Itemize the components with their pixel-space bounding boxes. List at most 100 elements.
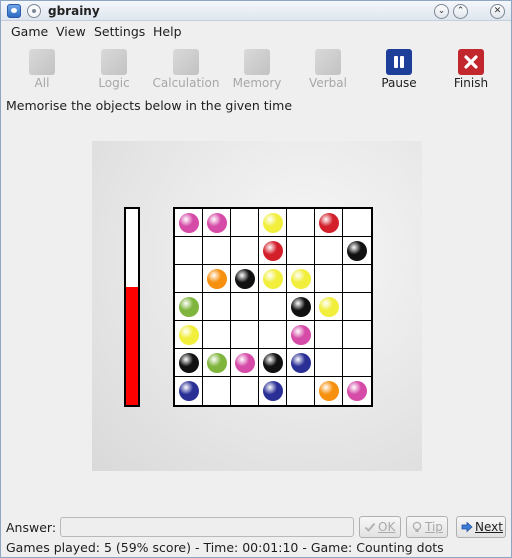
colored-dot [234, 352, 255, 373]
minimize-icon[interactable]: ⌄ [434, 4, 449, 19]
toolbar-label: All [34, 76, 50, 90]
grid-cell [259, 293, 287, 321]
grid-cell [287, 349, 315, 377]
grid-cell [315, 237, 343, 265]
toolbar-logic-button[interactable]: Logic [85, 45, 143, 91]
grid-cell [203, 237, 231, 265]
app-menu-icon[interactable] [7, 4, 21, 18]
menu-bar: Game View Settings Help [1, 22, 511, 42]
colored-dot [290, 352, 311, 373]
grid-cell [315, 349, 343, 377]
all-icon [29, 49, 55, 75]
grid-cell [203, 293, 231, 321]
grid-cell [231, 265, 259, 293]
menu-view[interactable]: View [56, 24, 86, 39]
grid-cell [231, 209, 259, 237]
grid-cell [343, 237, 371, 265]
next-label: Next [475, 520, 503, 534]
grid-cell [315, 293, 343, 321]
grid-cell [175, 377, 203, 405]
colored-dot [262, 268, 283, 289]
toolbar-pause-button[interactable]: Pause [370, 45, 428, 91]
colored-dot [262, 212, 283, 233]
grid-cell [259, 209, 287, 237]
colored-dot [262, 240, 283, 261]
colored-dot [206, 352, 227, 373]
verbal-icon [315, 49, 341, 75]
toolbar-calculation-button[interactable]: Calculation [151, 45, 221, 91]
dot-grid [173, 207, 373, 407]
grid-cell [203, 349, 231, 377]
grid-cell [175, 265, 203, 293]
answer-input[interactable] [60, 517, 354, 537]
toolbar-label: Finish [453, 76, 489, 90]
colored-dot [234, 268, 255, 289]
maximize-icon[interactable]: ⌃ [453, 4, 468, 19]
countdown-timer [124, 207, 140, 407]
finish-icon [458, 49, 484, 75]
grid-cell [343, 377, 371, 405]
grid-cell [315, 377, 343, 405]
toolbar: All Logic Calculation Memory Verbal Paus… [1, 45, 511, 93]
pause-icon [386, 49, 412, 75]
ok-button[interactable]: OK [359, 516, 401, 538]
next-arrow-icon [461, 521, 473, 533]
colored-dot [178, 352, 199, 373]
toolbar-label: Pause [381, 76, 417, 90]
colored-dot [290, 324, 311, 345]
grid-cell [203, 321, 231, 349]
tip-button[interactable]: Tip [406, 516, 448, 538]
grid-cell [203, 377, 231, 405]
status-bar: Games played: 5 (59% score) - Time: 00:0… [6, 540, 444, 555]
toolbar-all-button[interactable]: All [13, 45, 71, 91]
next-button[interactable]: Next [456, 516, 506, 538]
toolbar-verbal-button[interactable]: Verbal [298, 45, 358, 91]
grid-cell [231, 377, 259, 405]
app-window: gbrainy ⌄ ⌃ ✕ Game View Settings Help Al… [0, 0, 512, 558]
grid-cell [231, 293, 259, 321]
colored-dot [178, 212, 199, 233]
tip-icon [412, 521, 422, 532]
grid-cell [287, 265, 315, 293]
colored-dot [318, 296, 339, 317]
grid-cell [175, 321, 203, 349]
menu-game[interactable]: Game [11, 24, 48, 39]
grid-cell [231, 321, 259, 349]
menu-settings[interactable]: Settings [94, 24, 145, 39]
grid-cell [259, 377, 287, 405]
grid-cell [287, 377, 315, 405]
title-bar: gbrainy ⌄ ⌃ ✕ [1, 1, 511, 21]
colored-dot [347, 381, 367, 401]
pin-icon[interactable] [27, 4, 41, 18]
colored-dot [347, 240, 367, 261]
colored-dot [262, 381, 283, 401]
tip-label: Tip [425, 520, 443, 534]
calculation-icon [173, 49, 199, 75]
colored-dot [290, 296, 311, 317]
grid-cell [287, 209, 315, 237]
grid-cell [343, 209, 371, 237]
grid-cell [259, 265, 287, 293]
grid-cell [259, 321, 287, 349]
grid-cell [287, 321, 315, 349]
grid-cell [203, 209, 231, 237]
close-icon[interactable]: ✕ [490, 4, 505, 19]
colored-dot [318, 212, 339, 233]
grid-cell [259, 237, 287, 265]
grid-cell [203, 265, 231, 293]
toolbar-memory-button[interactable]: Memory [227, 45, 287, 91]
colored-dot [206, 212, 227, 233]
grid-cell [315, 209, 343, 237]
menu-help[interactable]: Help [153, 24, 182, 39]
colored-dot [178, 381, 199, 401]
colored-dot [290, 268, 311, 289]
colored-dot [262, 352, 283, 373]
colored-dot [178, 324, 199, 345]
grid-cell [259, 349, 287, 377]
timer-fill [126, 287, 138, 405]
toolbar-finish-button[interactable]: Finish [442, 45, 500, 91]
grid-cell [175, 209, 203, 237]
grid-cell [231, 237, 259, 265]
grid-cell [315, 265, 343, 293]
grid-cell [175, 237, 203, 265]
